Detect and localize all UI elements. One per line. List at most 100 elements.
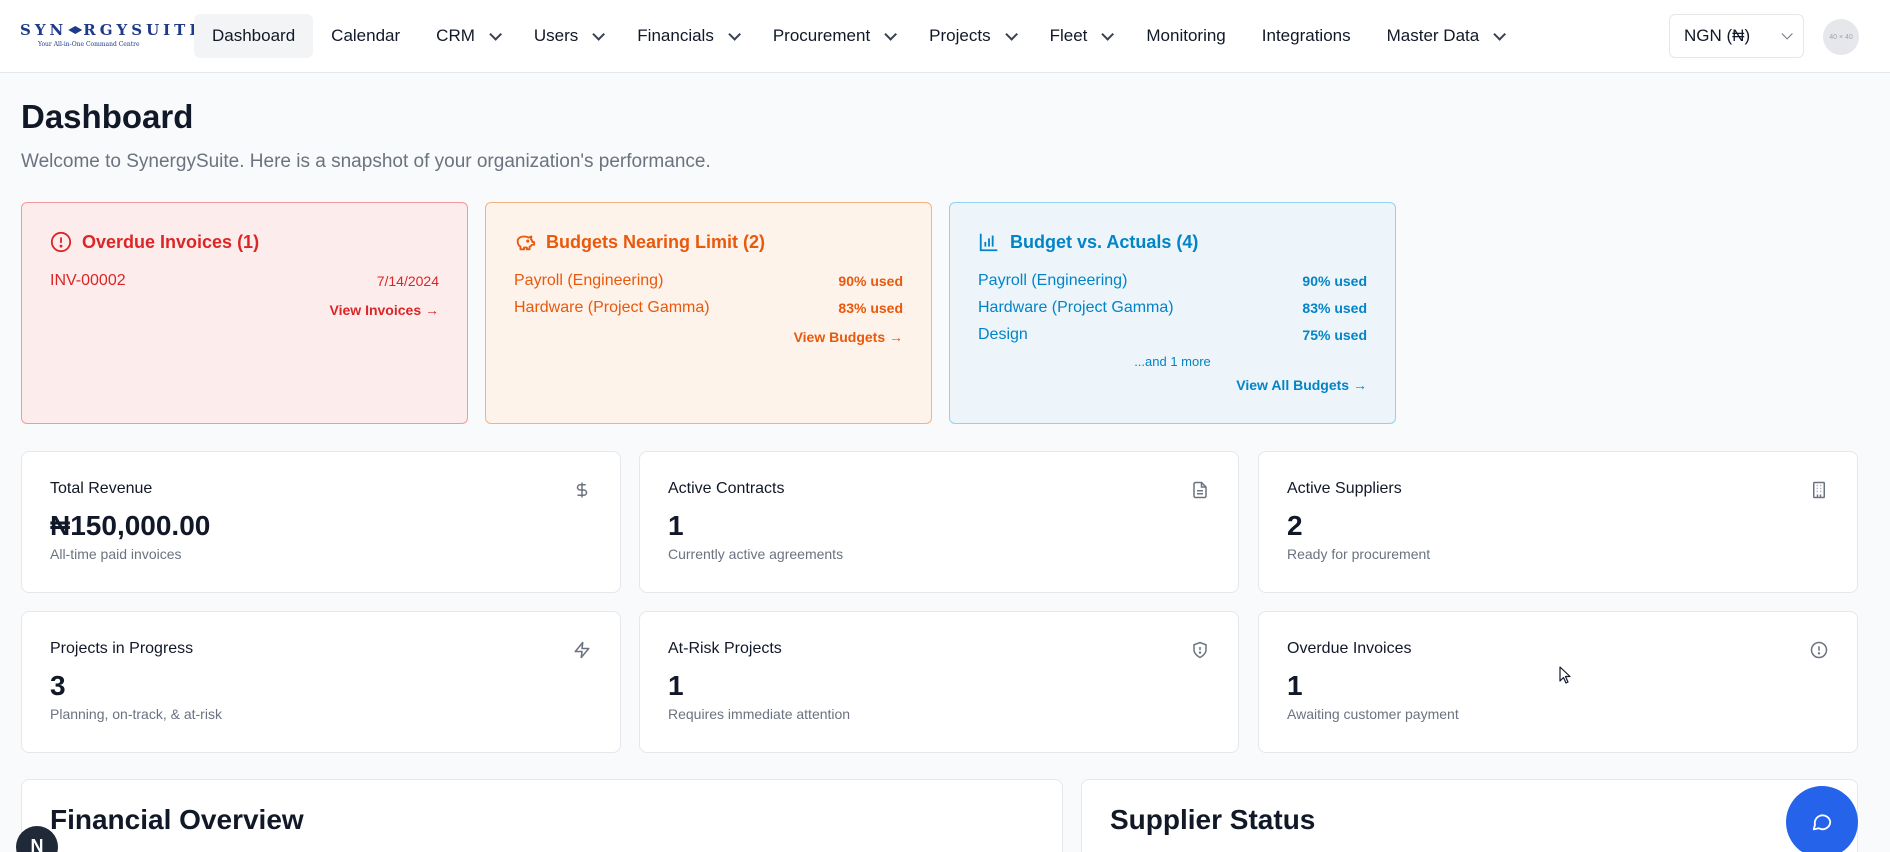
graduation-cap-icon [68, 26, 83, 34]
badge-letter: N [30, 836, 44, 852]
nav-monitoring[interactable]: Monitoring [1128, 14, 1243, 58]
stat-label: Projects in Progress [50, 640, 194, 657]
chevron-down-icon [884, 27, 898, 41]
supplier-status-panel: Supplier Status [1081, 779, 1858, 852]
brand-logo[interactable]: SYN RGYSUITE Your All-in-One Command Cent… [20, 21, 205, 48]
alert-title: Overdue Invoices (1) [82, 231, 260, 252]
view-budgets-link[interactable]: View Budgets → [514, 329, 903, 345]
alert-circle-icon [50, 231, 72, 253]
stat-value: 1 [1287, 670, 1303, 701]
view-invoices-link[interactable]: View Invoices → [50, 302, 439, 318]
currency-value: NGN (₦) [1684, 26, 1751, 45]
nav-label: Projects [929, 26, 991, 45]
chat-button[interactable] [1786, 786, 1858, 852]
budget-usage: 90% used [1302, 272, 1367, 289]
document-icon [1190, 480, 1210, 500]
nav-label: Fleet [1049, 26, 1088, 45]
list-item[interactable]: Payroll (Engineering) 90% used [514, 267, 903, 294]
stat-value: 3 [50, 670, 66, 701]
alert-header: Budgets Nearing Limit (2) [514, 231, 903, 253]
chevron-down-icon [592, 27, 606, 41]
stat-label: Overdue Invoices [1287, 640, 1412, 657]
chevron-down-icon [1493, 27, 1507, 41]
list-item[interactable]: INV-00002 7/14/2024 [50, 267, 439, 294]
nav-label: Dashboard [212, 26, 296, 45]
budget-name: Payroll (Engineering) [978, 271, 1128, 289]
chevron-down-icon [728, 27, 741, 41]
nav-dashboard[interactable]: Dashboard [194, 14, 314, 58]
brand-tagline: Your All-in-One Command Centre [38, 41, 140, 48]
alert-title: Budget vs. Actuals (4) [1010, 231, 1199, 252]
chat-bubble-icon [1811, 811, 1833, 833]
stat-label: Active Contracts [668, 480, 785, 497]
stat-description: Requires immediate attention [668, 706, 851, 722]
overdue-invoices-card: Overdue Invoices 1 Awaiting customer pay… [1258, 611, 1858, 753]
chevron-down-icon [1101, 27, 1115, 41]
alert-header: Overdue Invoices (1) [50, 231, 439, 253]
list-item[interactable]: Hardware (Project Gamma) 83% used [514, 294, 903, 321]
budget-name: Hardware (Project Gamma) [978, 298, 1174, 316]
active-contracts-card: Active Contracts 1 Currently active agre… [639, 451, 1239, 593]
shield-alert-icon [1190, 640, 1210, 660]
chevron-down-icon [489, 27, 502, 41]
projects-in-progress-card: Projects in Progress 3 Planning, on-trac… [21, 611, 621, 753]
avatar[interactable]: 40 × 40 [1823, 19, 1859, 55]
list-item[interactable]: Payroll (Engineering) 90% used [978, 267, 1367, 294]
lightning-icon [572, 640, 592, 660]
invoice-number: INV-00002 [50, 271, 126, 289]
budget-name: Payroll (Engineering) [514, 271, 664, 289]
nav-integrations[interactable]: Integrations [1244, 14, 1369, 58]
panel-title: Supplier Status [1110, 804, 1316, 835]
budget-usage: 83% used [838, 299, 903, 316]
currency-select[interactable]: NGN (₦) [1669, 14, 1804, 58]
bar-chart-icon [978, 231, 1000, 253]
nav-projects[interactable]: Projects [911, 14, 1031, 58]
view-all-budgets-link[interactable]: View All Budgets → [978, 377, 1367, 393]
active-suppliers-card: Active Suppliers 2 Ready for procurement [1258, 451, 1858, 593]
list-item[interactable]: Design 75% used [978, 321, 1367, 348]
stat-value: 2 [1287, 510, 1303, 541]
nav-procurement[interactable]: Procurement [755, 14, 911, 58]
nav-users[interactable]: Users [516, 14, 619, 58]
total-revenue-card: Total Revenue ₦150,000.00 All-time paid … [21, 451, 621, 593]
budget-usage: 90% used [838, 272, 903, 289]
nav-label: CRM [436, 26, 475, 45]
stat-label: Active Suppliers [1287, 480, 1402, 497]
stat-description: Planning, on-track, & at-risk [50, 706, 222, 722]
stat-description: Currently active agreements [668, 546, 844, 562]
budget-name: Design [978, 325, 1028, 343]
alert-circle-icon [1809, 640, 1829, 660]
list-item[interactable]: Hardware (Project Gamma) 83% used [978, 294, 1367, 321]
nav-label: Financials [637, 26, 714, 45]
stat-description: Ready for procurement [1287, 546, 1431, 562]
stat-value: 1 [668, 510, 684, 541]
stat-value: ₦150,000.00 [50, 510, 211, 541]
main-nav: Dashboard Calendar CRM Users Financials … [194, 14, 1520, 58]
nav-crm[interactable]: CRM [418, 14, 516, 58]
financial-overview-panel: Financial Overview [21, 779, 1063, 852]
nav-financials[interactable]: Financials [619, 14, 755, 58]
mouse-cursor-icon [1559, 666, 1573, 691]
panel-title: Financial Overview [50, 804, 304, 835]
nav-label: Users [533, 26, 579, 45]
nav-label: Integrations [1261, 26, 1351, 45]
brand-name: SYN RGYSUITE [20, 21, 205, 39]
invoice-date: 7/14/2024 [376, 272, 439, 289]
nav-label: Master Data [1386, 26, 1480, 45]
building-icon [1809, 480, 1829, 500]
overdue-invoices-alert: Overdue Invoices (1) INV-00002 7/14/2024… [21, 202, 468, 424]
stat-label: At-Risk Projects [668, 640, 782, 657]
stat-description: All-time paid invoices [50, 546, 182, 562]
stat-label: Total Revenue [50, 480, 153, 497]
alert-title: Budgets Nearing Limit (2) [546, 231, 766, 252]
budget-usage: 83% used [1302, 299, 1367, 316]
more-items-text: ...and 1 more [1134, 354, 1211, 369]
nav-master-data[interactable]: Master Data [1369, 14, 1521, 58]
nav-calendar[interactable]: Calendar [313, 14, 418, 58]
nav-fleet[interactable]: Fleet [1032, 14, 1129, 58]
nav-label: Calendar [331, 26, 401, 45]
piggy-bank-icon [514, 231, 536, 253]
budget-vs-actuals-alert: Budget vs. Actuals (4) Payroll (Engineer… [949, 202, 1396, 424]
avatar-placeholder-text: 40 × 40 [1829, 33, 1853, 41]
at-risk-projects-card: At-Risk Projects 1 Requires immediate at… [639, 611, 1239, 753]
